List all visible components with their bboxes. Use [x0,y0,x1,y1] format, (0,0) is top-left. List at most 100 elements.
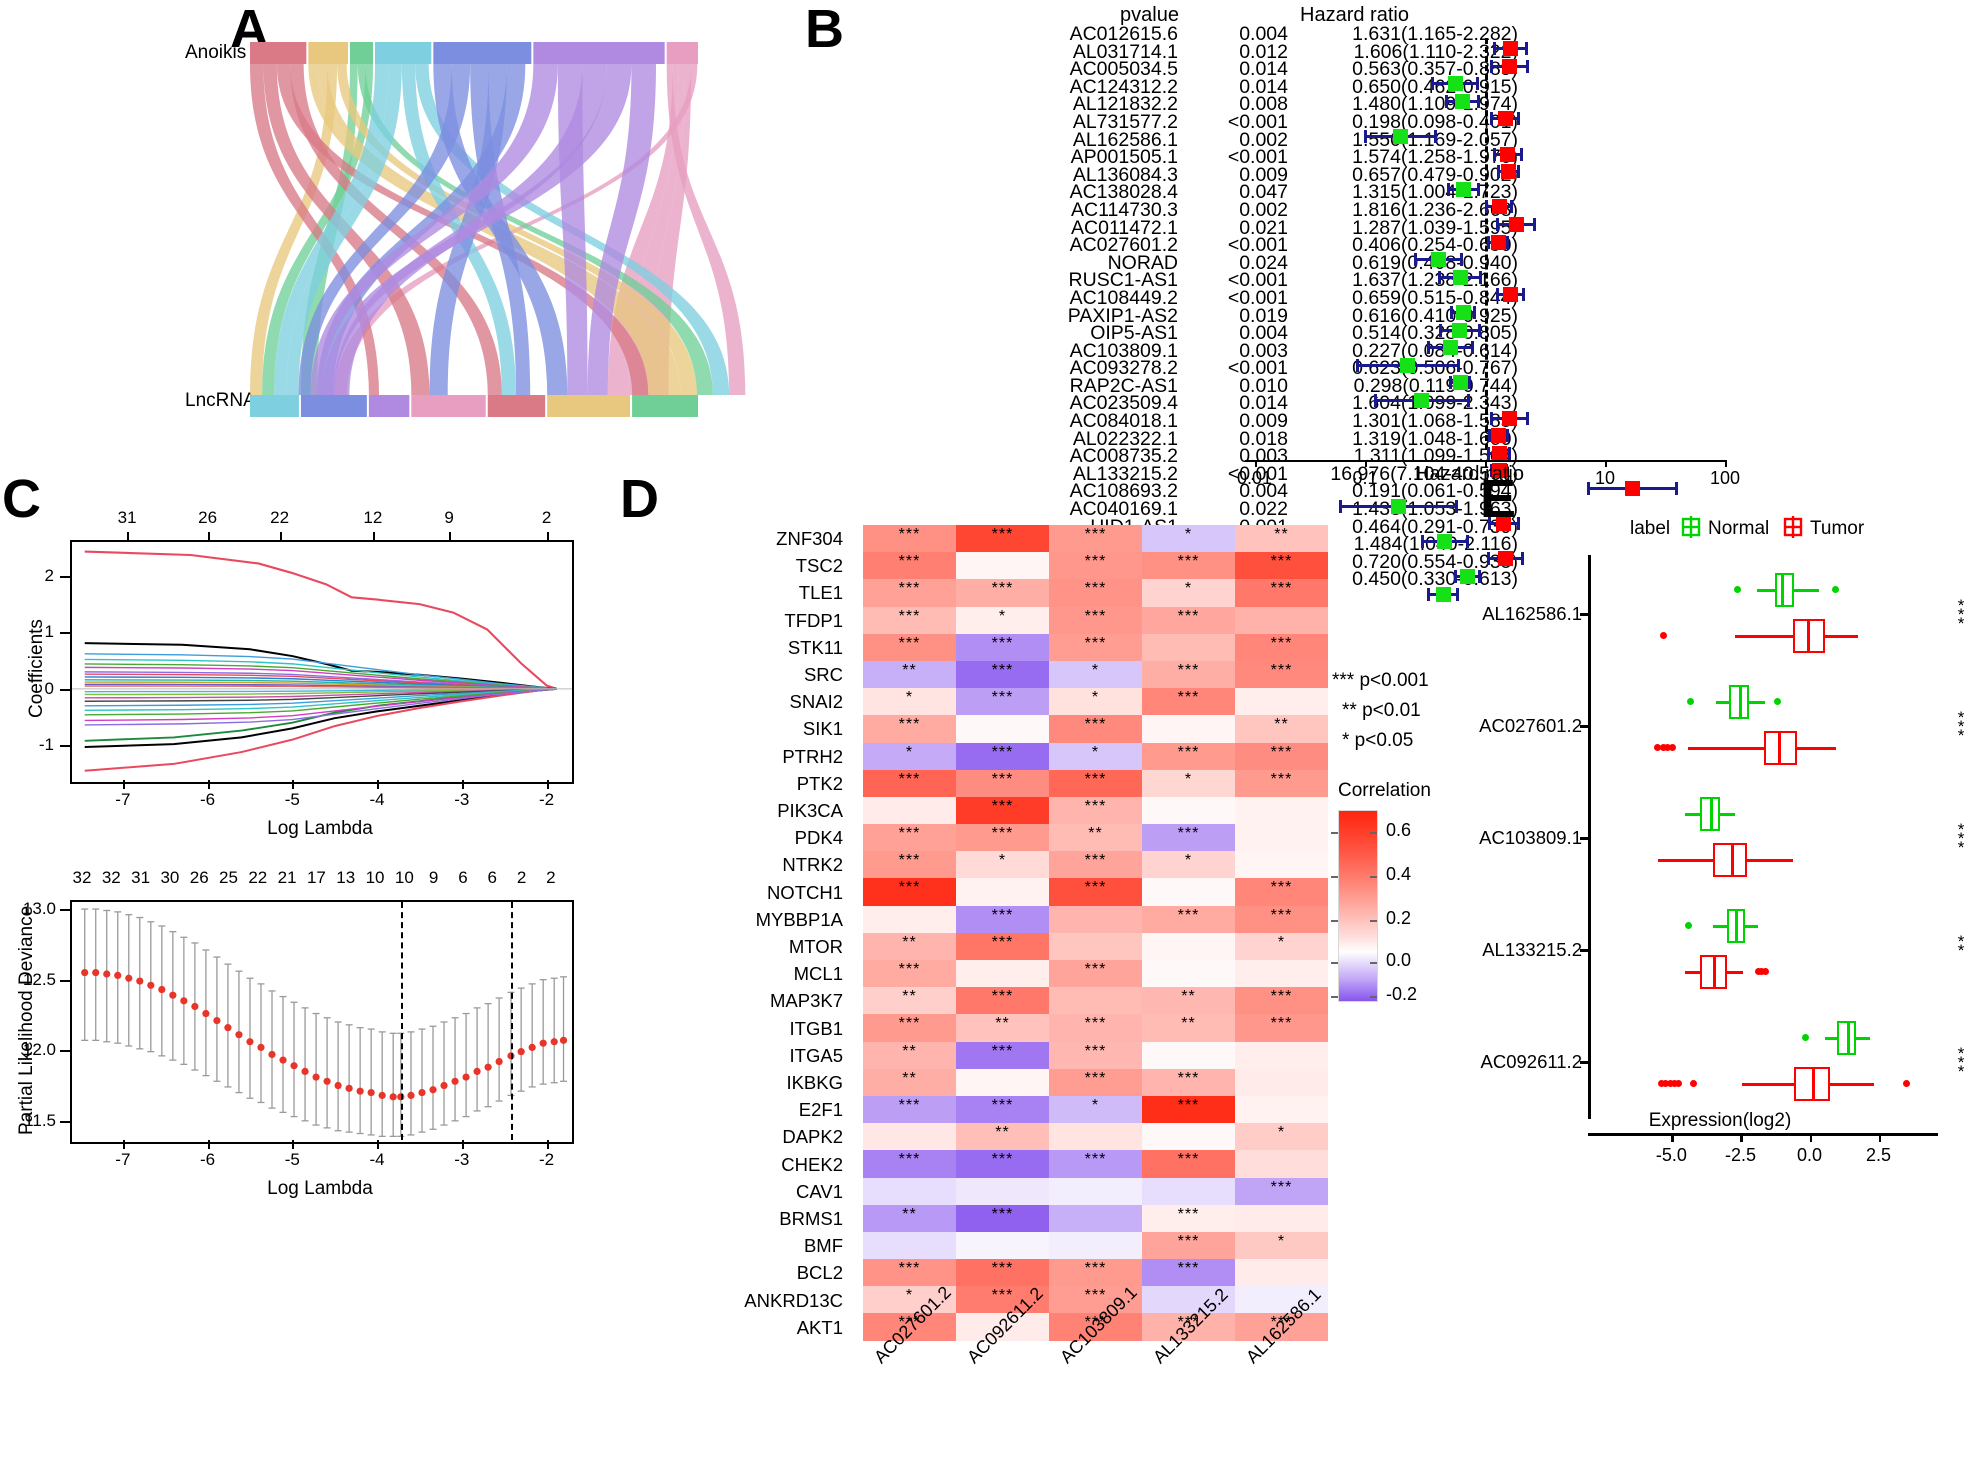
cv-deviance-point [495,1057,503,1066]
heatmap-cell: *** [956,525,1049,553]
colorbar-tick [1331,920,1338,922]
significance-star: *** [1084,1260,1107,1278]
ci-cap-left [1485,200,1489,214]
boxplot-outlier [1774,698,1782,705]
significance-star: *** [991,1205,1014,1223]
heatmap-cell [956,1231,1049,1260]
boxplot-significance: * * [1957,932,1965,960]
boxplot-median [1780,573,1784,607]
boxplot-row-label: AL162586.1 [1482,603,1582,624]
heatmap-row-label: MTOR [788,936,843,957]
axis-tick [1605,460,1607,467]
forest-row [1145,216,1785,234]
significance-star: * [1277,1232,1286,1250]
heatmap-cell: * [1049,1095,1142,1124]
panel-c-lasso: C 31 26 22 12 9 2 Coefficients Log Lambda 32 3… [0,470,620,1468]
heatmap-cell: *** [1142,688,1235,716]
heatmap-cell: *** [1049,1150,1142,1178]
ci-cap-right [1525,59,1529,73]
heatmap-row: *********** [863,742,1328,770]
heatmap-cell: *** [863,769,956,797]
heatmap-cell [956,1177,1049,1205]
lasso-top-tick-label: 12 [363,508,383,527]
heatmap-row-label: BMF [803,1235,843,1257]
sankey-node-top [308,42,348,64]
significance-star: ** [902,1042,917,1060]
lasso-top-tick-label: 9 [444,508,454,527]
significance-star: * [1277,933,1286,951]
significance-star: *** [1084,1069,1107,1087]
colorbar-tick [1370,920,1377,922]
significance-star: * [1184,580,1193,598]
cv-deviance-point [378,1091,386,1100]
heatmap-cell: *** [1049,633,1142,661]
panel-d-heatmap: D *** *** *** * ** *** *** *** *** *** *** *** * *** *… [620,470,1480,1468]
ci-cap-right [1477,94,1481,108]
heatmap-cell: ** [863,1041,956,1069]
cv-deviance-point [257,1043,265,1052]
ci-cap-right [1506,235,1510,249]
significance-star: *** [1270,1015,1293,1033]
heatmap-row: ************ [863,525,1328,553]
lasso-top-tick [279,532,282,541]
heatmap-cell: *** [1235,878,1328,906]
boxplot-outlier [1734,586,1742,593]
heatmap-cell: * [1142,525,1235,553]
heatmap-row: ******** [863,688,1328,716]
heatmap-row: ************* [863,579,1328,607]
heatmap-cell: * [1049,660,1142,689]
heatmap-cell: ** [863,660,956,689]
y-tick [60,575,70,578]
heatmap-cell [1142,960,1235,988]
significance-star: *** [991,634,1014,652]
heatmap-row-label: NTRK2 [782,854,843,876]
heatmap-row-label: NOTCH1 [766,881,843,903]
significance-star: *** [1084,526,1107,543]
heatmap-cell: *** [1049,715,1142,743]
heatmap-cell: *** [863,525,956,553]
cv-deviance-point [169,991,177,999]
significance-star: *** [898,1151,921,1169]
heatmap-cell: *** [1142,742,1235,770]
significance-star: *** [898,553,921,571]
ci-cap-right [1476,182,1480,196]
significance-star: ** [902,1069,917,1087]
y-tick-label: 1 [44,622,54,642]
significance-star: *** [1084,770,1107,788]
significance-star: *** [991,1042,1014,1060]
heatmap-cell: * [1142,579,1235,607]
ci-cap-right [1510,200,1514,214]
forest-plot-area: 0.01 0.1 1 10 100 [1145,20,1905,602]
heatmap-row-label: MAP3K7 [769,990,843,1012]
significance-star: *** [1270,634,1293,652]
heatmap-cell: *** [1235,905,1328,933]
heatmap-cell: *** [1049,579,1142,607]
heatmap-cell: *** [863,715,956,743]
heatmap-row-label: IKBKG [786,1072,843,1093]
heatmap-cell [1142,715,1235,743]
lasso-top-tick [546,532,549,541]
significance-star: *** [898,825,921,843]
heatmap-row: ************ [863,1259,1328,1287]
heatmap-row-label: AKT1 [796,1316,843,1338]
cv-x-tick-label: -5 [284,1150,300,1169]
forest-row [1145,269,1785,287]
heatmap-cell: *** [956,688,1049,716]
heatmap-row-label: STK11 [787,636,843,658]
ci-cap-right [1470,341,1474,355]
ci-cap-left [1492,42,1496,55]
ci-cap-left [1413,253,1417,267]
heatmap-cell: *** [1049,525,1142,553]
significance-star: * [1091,689,1100,707]
panel-a-sankey: A Anoikis LncRNA [0,0,800,470]
x-tick-label: -4 [369,790,385,809]
legend-normal-box-icon [1681,516,1701,538]
boxplot-median [1846,1021,1850,1055]
significance-star: *** [1084,1042,1107,1060]
panel-b-forest: B pvalue Hazard ratio AC012615.6 0.004 1.6… [800,0,1965,602]
hazard-marker-protective [1452,322,1468,338]
hazard-marker-risk [1491,199,1507,215]
heatmap-cell [863,796,956,825]
cv-deviance-point [103,970,111,978]
heatmap-row-label: TSC2 [795,555,843,577]
